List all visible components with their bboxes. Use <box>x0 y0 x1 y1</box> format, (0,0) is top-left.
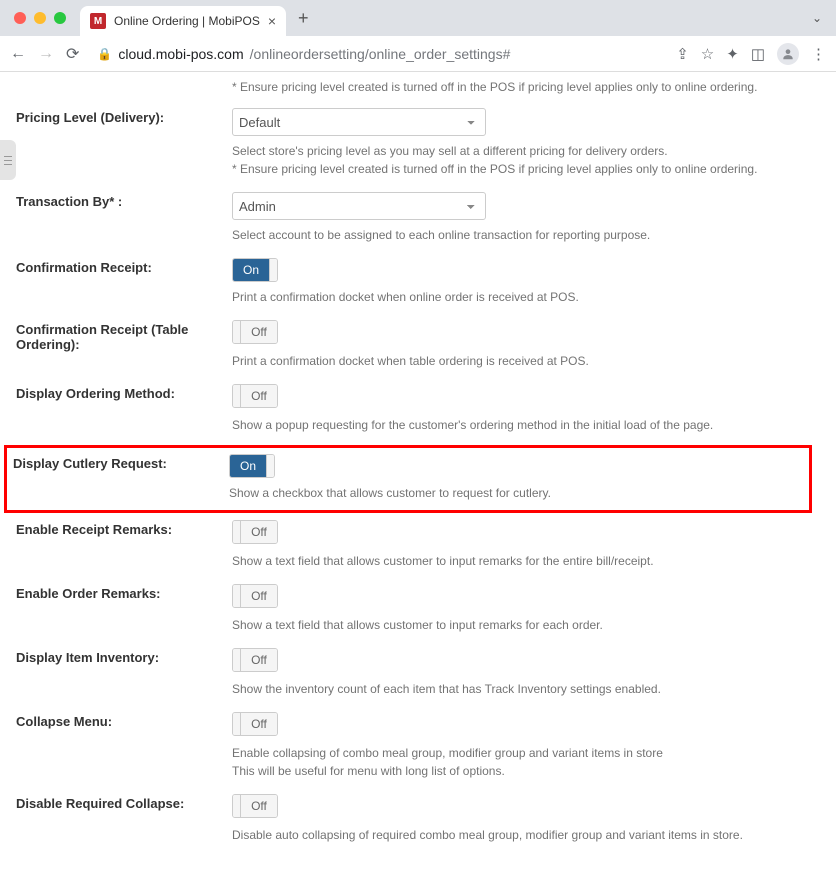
profile-avatar[interactable] <box>777 43 799 65</box>
setting-display-ordering-method: Display Ordering Method: On Off Show a p… <box>10 384 806 434</box>
setting-label: Pricing Level (Delivery): <box>16 108 232 178</box>
minimize-window-button[interactable] <box>34 12 46 24</box>
setting-label: Confirmation Receipt (Table Ordering): <box>16 320 232 370</box>
helper-text: Disable auto collapsing of required comb… <box>232 826 806 844</box>
setting-disable-required-collapse: Disable Required Collapse: On Off Disabl… <box>10 794 806 844</box>
helper-text: Show a checkbox that allows customer to … <box>229 484 803 502</box>
top-helper-text: * Ensure pricing level created is turned… <box>232 80 806 94</box>
browser-tab[interactable]: M Online Ordering | MobiPOS × <box>80 6 286 36</box>
setting-label: Transaction By* : <box>16 192 232 244</box>
url-path: /onlineordersetting/online_order_setting… <box>250 46 511 62</box>
setting-label: Collapse Menu: <box>16 712 232 780</box>
tab-strip: M Online Ordering | MobiPOS × + ⌄ <box>0 0 836 36</box>
enable-receipt-remarks-toggle[interactable]: On Off <box>232 520 278 544</box>
new-tab-button[interactable]: + <box>294 8 313 29</box>
tab-title: Online Ordering | MobiPOS <box>114 14 260 28</box>
reload-button[interactable]: ⟳ <box>66 44 79 64</box>
setting-confirmation-receipt-table: Confirmation Receipt (Table Ordering): O… <box>10 320 806 370</box>
display-cutlery-toggle[interactable]: On Off <box>229 454 275 478</box>
lock-icon: 🔒 <box>97 47 112 61</box>
maximize-window-button[interactable] <box>54 12 66 24</box>
display-ordering-method-toggle[interactable]: On Off <box>232 384 278 408</box>
back-button[interactable]: ← <box>10 45 26 63</box>
setting-pricing-delivery: Pricing Level (Delivery): Default Select… <box>10 108 806 178</box>
setting-confirmation-receipt: Confirmation Receipt: On Off Print a con… <box>10 258 806 306</box>
setting-display-item-inventory: Display Item Inventory: On Off Show the … <box>10 648 806 698</box>
setting-enable-receipt-remarks: Enable Receipt Remarks: On Off Show a te… <box>10 520 806 570</box>
setting-collapse-menu: Collapse Menu: On Off Enable collapsing … <box>10 712 806 780</box>
setting-label: Disable Required Collapse: <box>16 794 232 844</box>
helper-text: Show a text field that allows customer t… <box>232 552 806 570</box>
setting-display-cutlery: Display Cutlery Request: On Off Show a c… <box>7 448 809 510</box>
settings-content: * Ensure pricing level created is turned… <box>0 72 836 878</box>
setting-enable-order-remarks: Enable Order Remarks: On Off Show a text… <box>10 584 806 634</box>
chevron-down-icon[interactable]: ⌄ <box>812 11 828 25</box>
setting-label: Display Ordering Method: <box>16 384 232 434</box>
person-icon <box>781 47 795 61</box>
helper-text: Print a confirmation docket when table o… <box>232 352 806 370</box>
setting-label: Enable Receipt Remarks: <box>16 520 232 570</box>
enable-order-remarks-toggle[interactable]: On Off <box>232 584 278 608</box>
close-tab-icon[interactable]: × <box>268 13 276 29</box>
display-item-inventory-toggle[interactable]: On Off <box>232 648 278 672</box>
favicon-icon: M <box>90 13 106 29</box>
confirmation-receipt-table-toggle[interactable]: On Off <box>232 320 278 344</box>
browser-toolbar: ← → ⟳ 🔒 cloud.mobi-pos.com/onlineorderse… <box>0 36 836 72</box>
transaction-by-select[interactable]: Admin <box>232 192 486 220</box>
window-controls <box>8 12 72 24</box>
extensions-icon[interactable]: ✦ <box>726 45 739 63</box>
setting-label: Enable Order Remarks: <box>16 584 232 634</box>
bookmark-icon[interactable]: ☆ <box>701 45 714 63</box>
confirmation-receipt-toggle[interactable]: On Off <box>232 258 278 282</box>
helper-text: Show a popup requesting for the customer… <box>232 416 806 434</box>
helper-text: Show the inventory count of each item th… <box>232 680 806 698</box>
collapse-menu-toggle[interactable]: On Off <box>232 712 278 736</box>
browser-chrome: M Online Ordering | MobiPOS × + ⌄ ← → ⟳ … <box>0 0 836 72</box>
close-window-button[interactable] <box>14 12 26 24</box>
menu-icon[interactable]: ⋮ <box>811 45 826 63</box>
disable-required-collapse-toggle[interactable]: On Off <box>232 794 278 818</box>
share-icon[interactable]: ⇪ <box>676 45 689 63</box>
setting-label: Display Item Inventory: <box>16 648 232 698</box>
address-bar[interactable]: 🔒 cloud.mobi-pos.com/onlineordersetting/… <box>97 46 510 62</box>
setting-label: Confirmation Receipt: <box>16 258 232 306</box>
setting-transaction-by: Transaction By* : Admin Select account t… <box>10 192 806 244</box>
helper-text: Enable collapsing of combo meal group, m… <box>232 744 806 780</box>
pricing-delivery-select[interactable]: Default <box>232 108 486 136</box>
helper-text: Print a confirmation docket when online … <box>232 288 806 306</box>
helper-text: Select account to be assigned to each on… <box>232 226 806 244</box>
sidepanel-icon[interactable]: ◫ <box>751 45 765 63</box>
forward-button: → <box>38 45 54 63</box>
helper-text: Select store's pricing level as you may … <box>232 142 806 178</box>
url-host: cloud.mobi-pos.com <box>118 46 243 62</box>
helper-text: Show a text field that allows customer t… <box>232 616 806 634</box>
setting-label: Display Cutlery Request: <box>13 454 229 502</box>
